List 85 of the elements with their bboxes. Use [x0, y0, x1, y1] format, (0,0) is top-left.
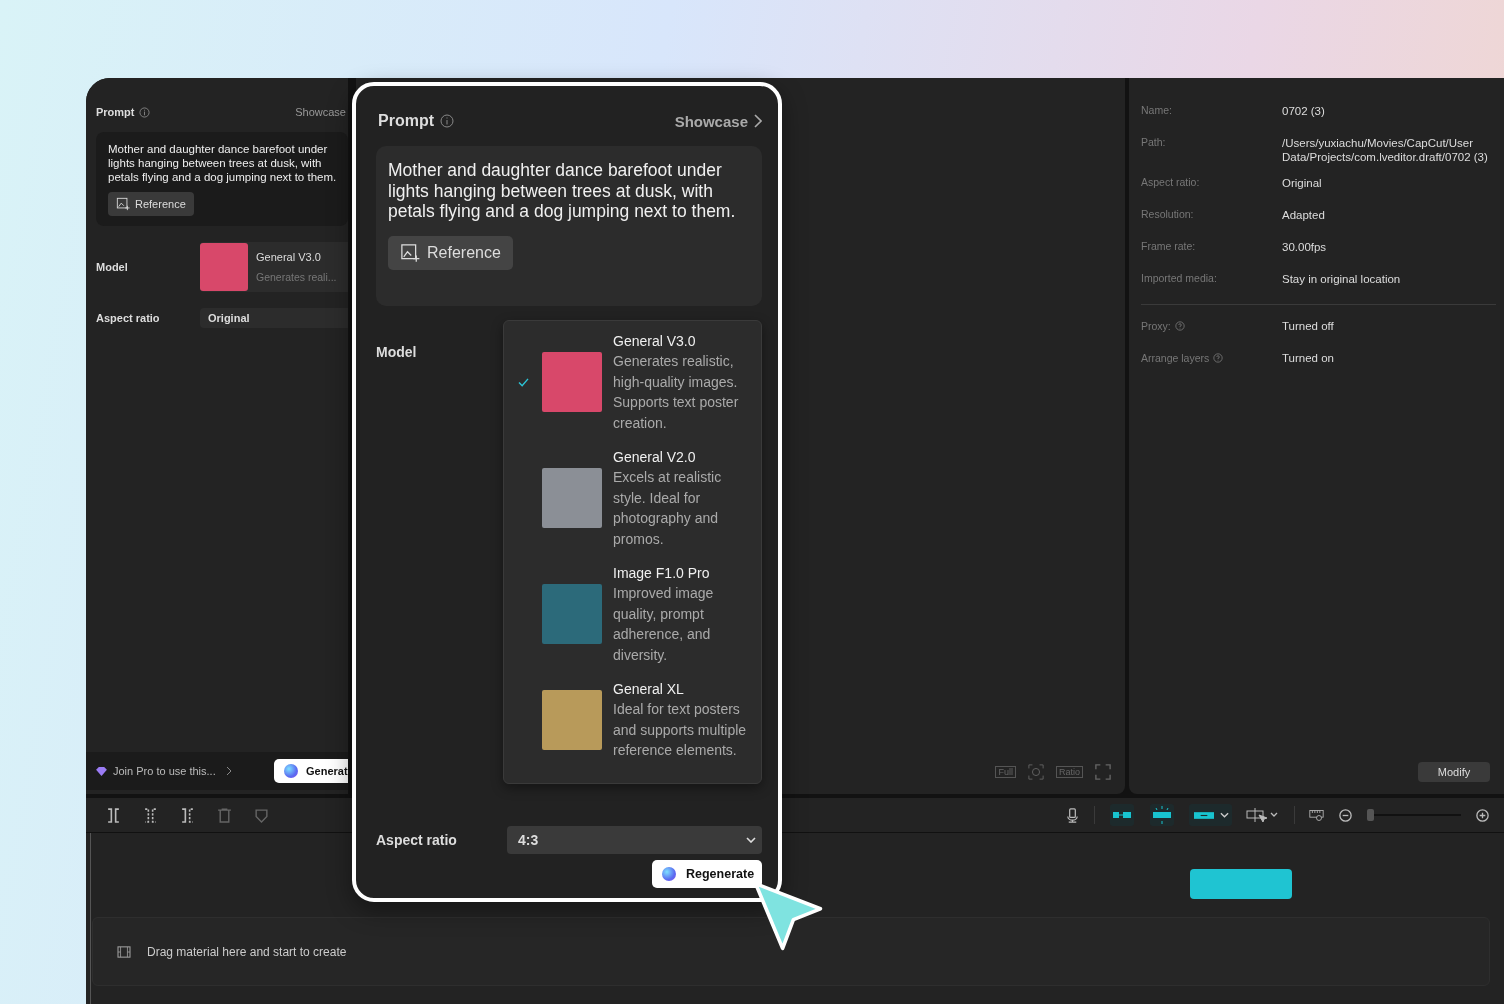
help-icon [1213, 352, 1224, 363]
setting-label: Arrange layers [1141, 351, 1210, 364]
info-value: Original [1282, 176, 1322, 191]
photo-placeholder [542, 584, 602, 644]
aspect-ratio-label: Aspect ratio [376, 831, 458, 848]
model-description: Excels at realistic style. Ideal for photography and promos. [613, 468, 723, 549]
prompt-text: Mother and daughter dance barefoot under lights hanging between trees at dusk, with petals flying and a dog jumping next to them. [108, 142, 338, 184]
info-label: Path: [1141, 136, 1167, 150]
shield-icon[interactable] [254, 807, 269, 823]
microphone-icon[interactable] [1065, 807, 1080, 823]
model-name: General V3.0 [256, 251, 322, 263]
chevron-right-icon [225, 766, 232, 776]
model-description: Generates reali... [256, 271, 337, 283]
delete-icon[interactable] [217, 807, 232, 823]
model-selector[interactable]: General V3.0 Generates reali... [200, 242, 348, 292]
chevron-right-icon[interactable] [754, 114, 762, 128]
model-name: Image F1.0 Pro [613, 564, 711, 583]
model-description: Generates realistic, high-quality images. Supports text poster creation. [613, 352, 740, 433]
generate-button[interactable]: Generat [274, 759, 348, 783]
model-label: Model [96, 261, 129, 273]
model-name: General XL [613, 680, 685, 699]
model-name: General V2.0 [613, 448, 697, 467]
photo-placeholder [542, 352, 602, 412]
model-label: Model [376, 343, 418, 362]
magnet-link-icon[interactable] [1109, 804, 1135, 826]
info-label: Resolution: [1141, 208, 1195, 222]
drop-hint: Drag material here and start to create [147, 944, 347, 959]
zoom-out-icon[interactable] [1338, 807, 1353, 823]
image-add-icon [116, 197, 130, 211]
snap-icon[interactable] [1149, 804, 1175, 826]
model-description: Ideal for text posters and supports multiple reference elements. [613, 700, 747, 760]
info-label: Name: [1141, 104, 1173, 118]
info-value: 30.00fps [1282, 240, 1327, 255]
photo-placeholder [200, 243, 248, 291]
split-right-icon[interactable] [180, 807, 195, 823]
link-dropdown[interactable] [1189, 804, 1232, 826]
photo-placeholder [542, 468, 602, 528]
showcase-link[interactable]: Showcase [674, 112, 748, 130]
zoom-slider-thumb[interactable] [1367, 809, 1374, 821]
prompt-text: Mother and daughter dance barefoot under lights hanging between trees at dusk, with petals flying and a dog jumping next to them. [388, 160, 737, 222]
info-value: Stay in original location [1282, 272, 1401, 287]
photo-placeholder [542, 689, 602, 750]
select-cursor-icon[interactable] [1246, 807, 1280, 823]
setting-label: Proxy: [1141, 319, 1171, 332]
ruler-search-icon[interactable] [1309, 807, 1324, 823]
reference-button[interactable]: Reference [388, 235, 513, 270]
model-description: Improved image quality, prompt adherence, and diversity. [613, 584, 715, 665]
setting-value: Turned on [1282, 351, 1334, 366]
aspect-ratio-select[interactable]: 4:3 [507, 825, 762, 854]
info-label: Aspect ratio: [1141, 176, 1201, 190]
film-icon [117, 945, 131, 958]
split-left-icon[interactable] [143, 807, 158, 823]
info-value: 0702 (3) [1282, 104, 1325, 119]
prompt-label: Prompt [96, 106, 135, 118]
model-option[interactable]: General V2.0 Excels at realistic style. Ideal for photography and promos. [504, 447, 761, 563]
split-icon[interactable] [106, 807, 121, 823]
reference-button[interactable]: Reference [108, 192, 194, 216]
info-icon [138, 106, 150, 118]
link-clip-icon [1194, 811, 1214, 819]
join-pro-link[interactable]: Join Pro to use this... [113, 765, 216, 777]
info-label: Imported media: [1141, 272, 1218, 286]
prompt-label: Prompt [378, 112, 434, 130]
caret-icon [1220, 812, 1229, 818]
zoom-in-icon[interactable] [1475, 807, 1490, 823]
showcase-link[interactable]: Showcase [295, 106, 346, 118]
prompt-box[interactable]: Mother and daughter dance barefoot under lights hanging between trees at dusk, with petals flying and a dog jumping next to them. Reference [376, 146, 762, 306]
image-add-icon [400, 242, 420, 263]
caret-icon [746, 836, 756, 843]
prompt-box[interactable]: Mother and daughter dance barefoot under lights hanging between trees at dusk, with petals flying and a dog jumping next to them. Reference [96, 132, 348, 226]
help-icon [1174, 320, 1185, 331]
model-option[interactable]: Image F1.0 Pro Improved image quality, prompt adherence, and diversity. [504, 563, 761, 679]
info-label: Frame rate: [1141, 240, 1197, 254]
model-name: General V3.0 [613, 332, 697, 351]
setting-value: Turned off [1282, 319, 1334, 334]
info-value: Adapted [1282, 208, 1325, 223]
info-icon [440, 114, 454, 128]
regenerate-button[interactable]: Regenerate [652, 859, 762, 888]
modify-button[interactable]: Modify [1418, 762, 1490, 782]
model-option[interactable]: General V3.0 Generates realistic, high-quality images. Supports text poster creation. [504, 331, 761, 447]
info-value: /Users/yuxiachu/Movies/CapCut/User Data/Projects/com.lveditor.draft/0702 (3) [1282, 136, 1489, 164]
aspect-ratio-select[interactable]: Original [200, 308, 348, 328]
model-option[interactable]: General XL Ideal for text posters and supports multiple reference elements. [504, 679, 761, 775]
drop-zone[interactable]: Drag material here and start to create [92, 917, 1490, 986]
aspect-ratio-label: Aspect ratio [96, 312, 161, 324]
diamond-icon [96, 766, 107, 776]
